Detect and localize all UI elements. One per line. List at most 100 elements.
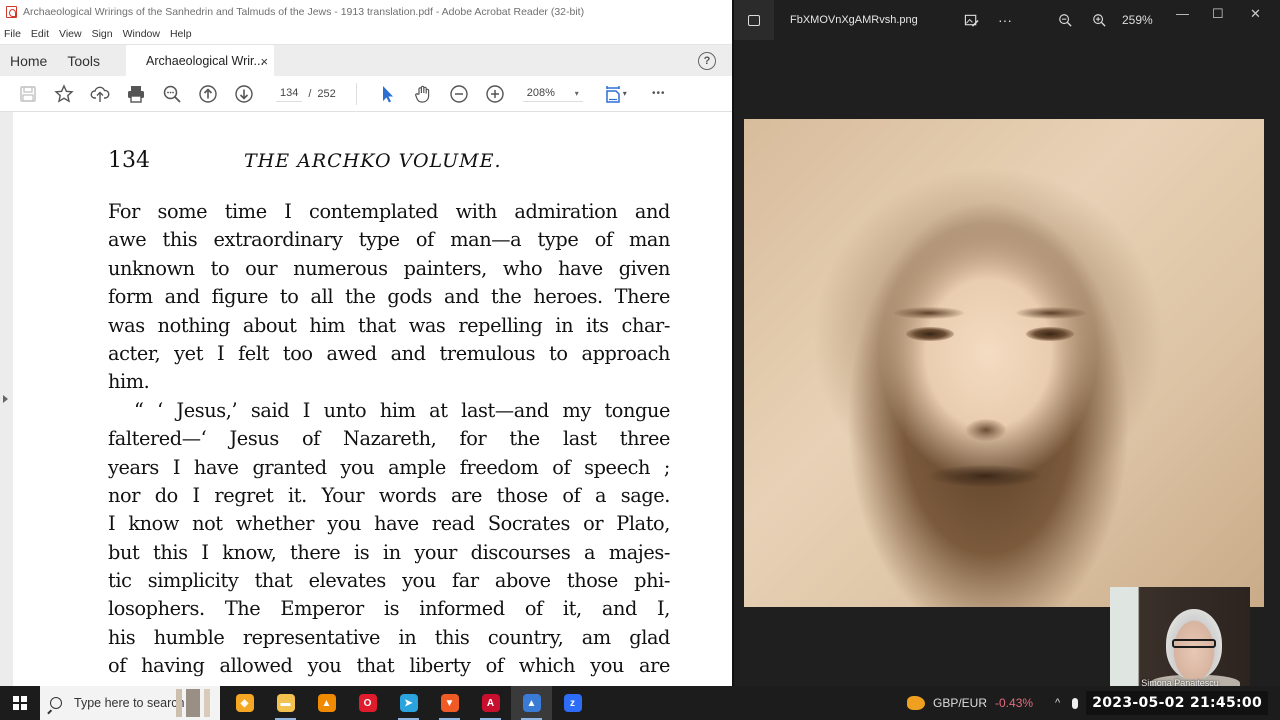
more-options-icon[interactable]: ··· — [988, 5, 1022, 35]
previous-page-icon[interactable] — [190, 80, 226, 108]
desktop: Archaeological Wrirings of the Sanhedrin… — [0, 0, 1280, 720]
next-page-icon[interactable] — [226, 80, 262, 108]
text-line: but this I know, there is in your discou… — [108, 540, 670, 564]
currency-change: -0.43% — [995, 696, 1034, 710]
fit-page-caret-icon[interactable]: ▾ — [623, 89, 627, 98]
hand-tool-icon[interactable] — [405, 80, 441, 108]
taskbar-app-zoom[interactable]: z — [552, 686, 593, 720]
save-icon[interactable] — [10, 80, 46, 108]
minimize-button[interactable]: — — [1176, 6, 1189, 21]
menu-window[interactable]: Window — [123, 28, 160, 40]
taskbar-app-brave-vpn[interactable]: ◈ — [224, 686, 265, 720]
displayed-image[interactable] — [744, 119, 1264, 607]
zoom-level-select[interactable]: 208% ▾ — [522, 85, 583, 102]
zoom-out-icon[interactable] — [441, 80, 477, 108]
more-tools-icon[interactable]: ••• — [641, 80, 677, 108]
text-line: “ ‘ Jesus,’ said I unto him at last—and … — [134, 398, 670, 422]
webcam-overlay[interactable]: Simona Panaitescu — [1110, 587, 1250, 690]
zoom-out-icon[interactable] — [1048, 5, 1082, 35]
text-line: acter, yet I felt too awed and tremulous… — [108, 341, 670, 365]
telegram-icon: ➤ — [399, 694, 418, 712]
taskbar-app-telegram[interactable]: ➤ — [388, 686, 429, 720]
brave-vpn-icon: ◈ — [235, 694, 254, 712]
page-number: 134 — [108, 148, 150, 173]
menu-help[interactable]: Help — [170, 28, 192, 40]
taskbar-search[interactable]: Type here to search — [40, 686, 220, 720]
opera-icon: O — [358, 694, 377, 712]
maximize-button[interactable]: ☐ — [1212, 6, 1224, 22]
menu-view[interactable]: View — [59, 28, 82, 40]
menu-edit[interactable]: Edit — [31, 28, 49, 40]
taskbar-app-acrobat[interactable]: A — [470, 686, 511, 720]
zoom-level-value: 208% — [526, 87, 555, 99]
acrobat-window: Archaeological Wrirings of the Sanhedrin… — [0, 0, 732, 686]
system-tray: GBP/EUR -0.43% ^ 2023-05-02 21:45:00 — [907, 686, 1280, 720]
page-separator: / — [308, 87, 312, 100]
document-view[interactable]: 134 THE ARCHKO VOLUME. For some time I c… — [0, 112, 732, 686]
text-line: his humble representative in this countr… — [108, 625, 670, 649]
image-detail — [894, 307, 964, 319]
zoom-in-icon[interactable] — [1082, 5, 1116, 35]
webcam-detail — [1172, 639, 1216, 648]
cloud-upload-icon[interactable] — [82, 80, 118, 108]
star-icon[interactable] — [46, 80, 82, 108]
text-line: of having allowed you that liberty of wh… — [108, 654, 670, 678]
chevron-down-icon: ▾ — [574, 88, 579, 98]
page-number-field[interactable]: 134 / 252 — [276, 85, 336, 102]
document-tab-label: Archaeological Wrir... — [146, 53, 264, 68]
text-line: nor do I regret it. Your words are those… — [108, 483, 670, 507]
menu-file[interactable]: File — [4, 28, 21, 40]
text-line: losophers. The Emperor is informed of it… — [108, 597, 670, 621]
widget-icon[interactable] — [907, 696, 925, 710]
tab-tools[interactable]: Tools — [57, 45, 110, 76]
start-button[interactable] — [0, 686, 40, 720]
tray-overflow-icon[interactable]: ^ — [1055, 697, 1060, 709]
windows-logo-icon — [13, 696, 27, 710]
tab-document[interactable]: Archaeological Wrir... × — [126, 45, 275, 76]
menu-sign[interactable]: Sign — [92, 28, 113, 40]
expand-panel-icon[interactable] — [3, 395, 8, 403]
text-line: faltered—‘ Jesus of Nazareth, for the la… — [108, 427, 670, 451]
text-line: For some time I contemplated with admira… — [108, 200, 670, 223]
taskbar-apps: ◈ ▬ ▲ O ➤ ▼ A ▲ z — [224, 686, 593, 720]
photos-titlebar: FbXMOVnXgAMRvsh.png ··· 259% — ☐ ✕ — [734, 0, 1280, 40]
vlc-icon: ▲ — [317, 694, 336, 712]
close-button[interactable]: ✕ — [1250, 6, 1261, 22]
acrobat-toolbar: 134 / 252 208% ▾ ▾ ••• — [0, 76, 732, 112]
left-panel-rail — [0, 112, 13, 686]
microphone-icon[interactable] — [1072, 697, 1079, 709]
close-tab-icon[interactable]: × — [260, 54, 268, 69]
zoom-in-icon[interactable] — [477, 80, 513, 108]
taskbar: Type here to search ◈ ▬ ▲ O ➤ ▼ A ▲ z GBP/EUR -0… — [0, 686, 1280, 720]
image-zoom-level: 259% — [1122, 13, 1153, 27]
photos-icon: ▲ — [522, 694, 541, 712]
paragraph-2: “ ‘ Jesus,’ said I unto him at last—and … — [108, 397, 670, 681]
running-head: THE ARCHKO VOLUME. — [244, 150, 502, 172]
search-text-icon[interactable] — [154, 80, 190, 108]
currency-ticker[interactable]: GBP/EUR — [933, 696, 987, 710]
total-pages: 252 — [317, 87, 336, 100]
search-highlight-image — [170, 689, 216, 717]
text-line: awe this extraordinary type of man—a typ… — [108, 228, 670, 252]
image-detail — [966, 419, 1006, 441]
text-line: I know not whether you have read Socrate… — [108, 512, 670, 536]
menu-bar: File Edit View Sign Window Help — [0, 24, 732, 44]
text-line: him. — [108, 370, 150, 394]
taskbar-app-photos[interactable]: ▲ — [511, 686, 552, 720]
taskbar-app-opera[interactable]: O — [347, 686, 388, 720]
help-icon[interactable]: ? — [698, 52, 716, 70]
text-line: form and figure to all the gods and the … — [108, 285, 670, 309]
search-placeholder: Type here to search — [74, 696, 185, 710]
taskbar-app-brave[interactable]: ▼ — [429, 686, 470, 720]
acrobat-icon: A — [481, 694, 500, 712]
edit-image-icon[interactable] — [954, 5, 988, 35]
taskbar-app-vlc[interactable]: ▲ — [306, 686, 347, 720]
file-explorer-icon: ▬ — [276, 694, 295, 712]
tab-bar: Home Tools Archaeological Wrir... × ? — [0, 44, 732, 76]
select-cursor-icon[interactable] — [369, 80, 405, 108]
window-title: Archaeological Wrirings of the Sanhedrin… — [23, 6, 585, 18]
current-page-input[interactable]: 134 — [276, 85, 303, 102]
taskbar-app-file-explorer[interactable]: ▬ — [265, 686, 306, 720]
print-icon[interactable] — [118, 80, 154, 108]
tab-home[interactable]: Home — [0, 45, 57, 76]
